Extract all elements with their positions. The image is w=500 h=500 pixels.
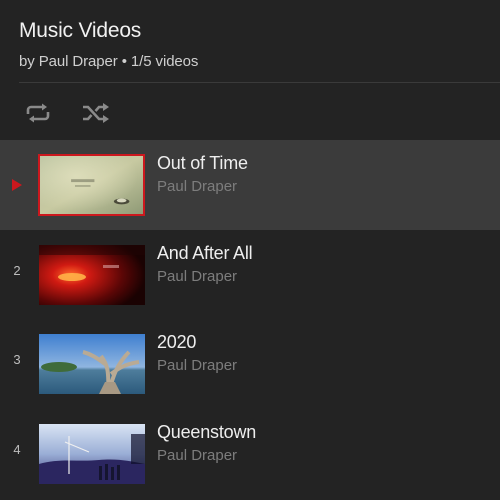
video-title[interactable]: And After All <box>157 243 253 264</box>
video-thumbnail[interactable] <box>39 244 145 305</box>
now-playing-indicator-icon <box>12 179 22 191</box>
playlist-item[interactable]: Out of Time Paul Draper <box>0 140 500 230</box>
video-thumbnail[interactable] <box>38 154 145 216</box>
playlist-item[interactable]: 2 And After All Paul Draper <box>0 230 500 320</box>
video-index: 2 <box>13 262 21 278</box>
video-list: Out of Time Paul Draper 2 And After All … <box>0 140 500 498</box>
video-author: Paul Draper <box>157 178 238 195</box>
video-author: Paul Draper <box>157 446 238 464</box>
playlist-panel: Music Videos by Paul Draper • 1/5 videos <box>0 0 500 500</box>
playlist-title[interactable]: Music Videos <box>19 19 141 43</box>
video-index: 4 <box>13 441 21 457</box>
video-thumbnail[interactable] <box>39 334 145 394</box>
video-author: Paul Draper <box>157 267 238 285</box>
playlist-controls <box>0 83 500 140</box>
loop-icon <box>26 103 50 123</box>
video-index: 3 <box>13 352 21 367</box>
playlist-item[interactable]: 3 2020 Paul Draper <box>0 319 500 409</box>
video-title[interactable]: Queenstown <box>157 422 256 443</box>
video-title[interactable]: 2020 <box>157 332 196 353</box>
playlist-subtitle: by Paul Draper • 1/5 videos <box>19 53 199 70</box>
loop-button[interactable] <box>23 100 53 126</box>
playlist-item[interactable]: 4 Queenstown Paul Draper <box>0 409 500 499</box>
shuffle-icon <box>83 103 109 123</box>
video-author: Paul Draper <box>157 357 238 374</box>
video-title[interactable]: Out of Time <box>157 153 248 174</box>
shuffle-button[interactable] <box>81 100 111 126</box>
playlist-header: Music Videos by Paul Draper • 1/5 videos <box>0 0 500 83</box>
video-thumbnail[interactable] <box>39 423 145 484</box>
